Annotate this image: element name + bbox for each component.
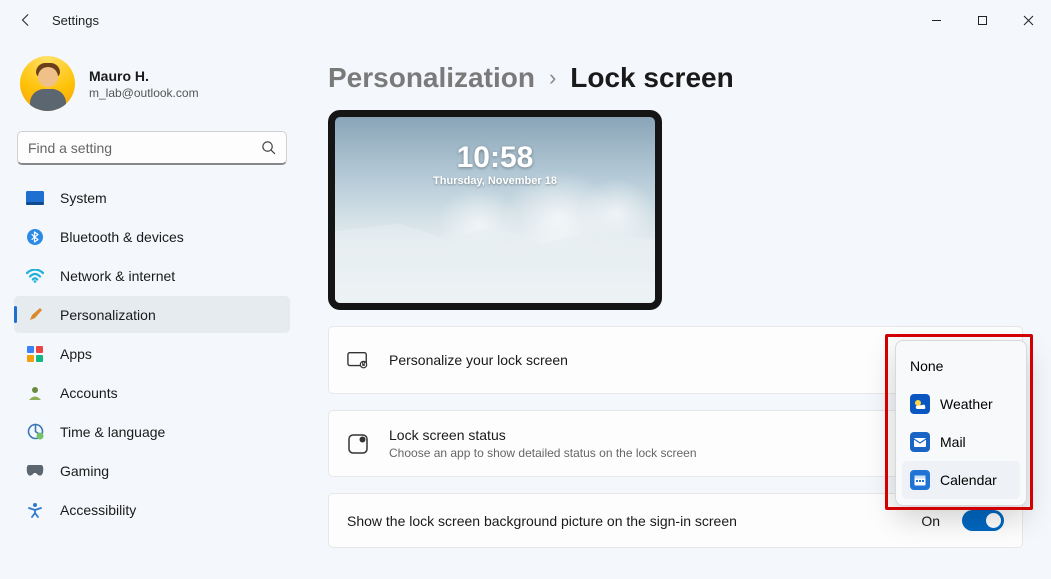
lock-screen-preview: 10:58 Thursday, November 18 bbox=[328, 110, 662, 310]
flyout-item-mail[interactable]: Mail bbox=[902, 423, 1020, 461]
flyout-item-label: Mail bbox=[940, 434, 966, 450]
close-button[interactable] bbox=[1005, 0, 1051, 40]
status-app-icon bbox=[347, 433, 369, 455]
main-content: Personalization › Lock screen 10:58 Thur… bbox=[300, 40, 1051, 579]
sidebar-item-system[interactable]: System bbox=[14, 179, 290, 216]
page-title: Lock screen bbox=[570, 62, 733, 94]
signin-bg-toggle[interactable] bbox=[962, 510, 1004, 531]
search-icon bbox=[261, 140, 276, 155]
paintbrush-icon bbox=[26, 306, 44, 324]
weather-icon bbox=[910, 394, 930, 414]
sidebar-item-label: Network & internet bbox=[60, 268, 175, 284]
flyout-item-none[interactable]: None bbox=[902, 347, 1020, 385]
accounts-icon bbox=[26, 384, 44, 402]
sidebar-item-label: System bbox=[60, 190, 107, 206]
gaming-icon bbox=[26, 462, 44, 480]
sidebar-item-label: Accounts bbox=[60, 385, 118, 401]
search-box[interactable] bbox=[17, 131, 287, 165]
sidebar-item-accounts[interactable]: Accounts bbox=[14, 374, 290, 411]
bluetooth-icon bbox=[26, 228, 44, 246]
card-title: Personalize your lock screen bbox=[389, 352, 940, 368]
system-icon bbox=[26, 189, 44, 207]
sidebar-item-label: Apps bbox=[60, 346, 92, 362]
minimize-button[interactable] bbox=[913, 0, 959, 40]
breadcrumb: Personalization › Lock screen bbox=[328, 62, 1023, 94]
nav-list: System Bluetooth & devices Network & int… bbox=[14, 179, 290, 528]
picture-lock-icon bbox=[347, 349, 369, 371]
flyout-item-label: Weather bbox=[940, 396, 993, 412]
status-app-flyout: None Weather Mail Calendar bbox=[895, 340, 1027, 506]
sidebar-item-label: Accessibility bbox=[60, 502, 136, 518]
avatar bbox=[20, 56, 75, 111]
sidebar-item-apps[interactable]: Apps bbox=[14, 335, 290, 372]
preview-date: Thursday, November 18 bbox=[335, 175, 655, 187]
user-email: m_lab@outlook.com bbox=[89, 86, 199, 100]
back-button[interactable] bbox=[18, 12, 34, 28]
window-controls bbox=[913, 0, 1051, 40]
mail-icon bbox=[910, 432, 930, 452]
wifi-icon bbox=[26, 267, 44, 285]
accessibility-icon bbox=[26, 501, 44, 519]
search-input[interactable] bbox=[28, 140, 261, 156]
sidebar-item-accessibility[interactable]: Accessibility bbox=[14, 491, 290, 528]
status-app-flyout-wrap: None Weather Mail Calendar bbox=[895, 340, 1027, 506]
sidebar-item-gaming[interactable]: Gaming bbox=[14, 452, 290, 489]
sidebar-item-personalization[interactable]: Personalization bbox=[14, 296, 290, 333]
flyout-item-label: None bbox=[910, 358, 943, 374]
window-title: Settings bbox=[52, 13, 99, 28]
sidebar-item-label: Personalization bbox=[60, 307, 156, 323]
calendar-icon bbox=[910, 470, 930, 490]
breadcrumb-parent[interactable]: Personalization bbox=[328, 62, 535, 94]
titlebar: Settings bbox=[0, 0, 1051, 40]
globe-clock-icon bbox=[26, 423, 44, 441]
chevron-right-icon: › bbox=[549, 65, 556, 91]
maximize-button[interactable] bbox=[959, 0, 1005, 40]
sidebar-item-label: Time & language bbox=[60, 424, 165, 440]
sidebar: Mauro H. m_lab@outlook.com System Blueto… bbox=[0, 40, 300, 579]
preview-time: 10:58 bbox=[335, 141, 655, 175]
flyout-item-weather[interactable]: Weather bbox=[902, 385, 1020, 423]
sidebar-item-label: Gaming bbox=[60, 463, 109, 479]
user-block[interactable]: Mauro H. m_lab@outlook.com bbox=[14, 44, 290, 131]
sidebar-item-network[interactable]: Network & internet bbox=[14, 257, 290, 294]
card-title: Show the lock screen background picture … bbox=[347, 513, 901, 529]
apps-icon bbox=[26, 345, 44, 363]
flyout-item-label: Calendar bbox=[940, 472, 997, 488]
sidebar-item-time-language[interactable]: Time & language bbox=[14, 413, 290, 450]
sidebar-item-label: Bluetooth & devices bbox=[60, 229, 184, 245]
flyout-item-calendar[interactable]: Calendar bbox=[902, 461, 1020, 499]
user-name: Mauro H. bbox=[89, 68, 199, 84]
toggle-state-label: On bbox=[921, 513, 940, 529]
sidebar-item-bluetooth[interactable]: Bluetooth & devices bbox=[14, 218, 290, 255]
